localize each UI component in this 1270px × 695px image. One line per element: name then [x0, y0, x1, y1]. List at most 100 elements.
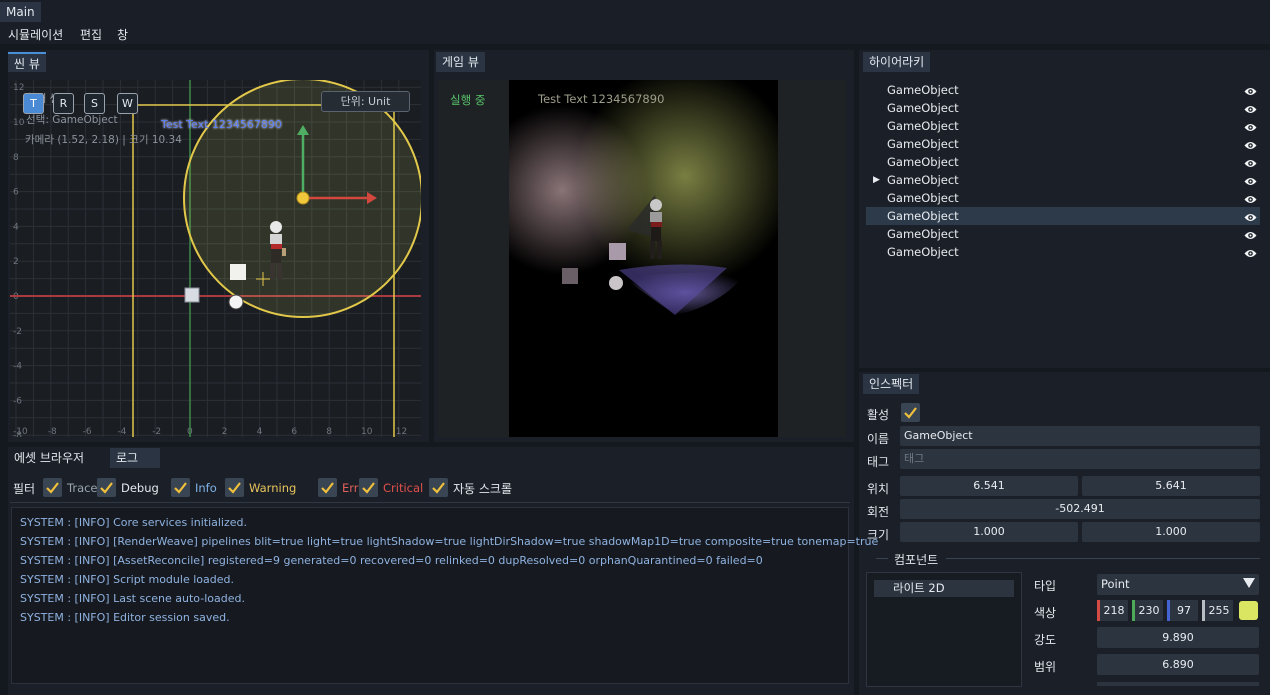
- hierarchy-item[interactable]: GameObject: [866, 189, 1260, 207]
- x-tick-label: 8: [326, 427, 332, 437]
- y-tick-label: -4: [13, 362, 22, 372]
- tab-asset-browser[interactable]: 에셋 브라우저: [8, 448, 90, 468]
- window-tab-main[interactable]: Main: [0, 2, 41, 22]
- log-line: SYSTEM : [INFO] Script module loaded.: [20, 573, 234, 586]
- checkmark-icon: [46, 482, 59, 494]
- x-tick-label: 10: [361, 427, 373, 437]
- x-tick-label: -2: [152, 427, 161, 437]
- position-label: 위치: [867, 482, 890, 496]
- circle-object[interactable]: [228, 294, 244, 310]
- tool-translate-button[interactable]: T: [23, 93, 44, 114]
- log-line: SYSTEM : [INFO] Core services initialize…: [20, 516, 247, 529]
- filter-error-checkbox[interactable]: [318, 478, 337, 497]
- name-field[interactable]: GameObject: [900, 426, 1260, 446]
- intensity-field[interactable]: 9.890: [1097, 627, 1259, 648]
- eye-icon[interactable]: [1244, 246, 1257, 264]
- hierarchy-item-label: GameObject: [887, 155, 959, 169]
- game-test-text: Test Text 1234567890: [538, 92, 665, 106]
- auto-scroll-checkbox[interactable]: [429, 478, 448, 497]
- scene-camera-info: 카메라 (1.52, 2.18) | 크기 10.34: [25, 134, 182, 146]
- unit-button[interactable]: 단위: Unit: [321, 91, 410, 112]
- tab-log[interactable]: 로그: [110, 448, 160, 468]
- menu-simulation[interactable]: 시뮬레이션: [8, 26, 63, 43]
- square-object[interactable]: [230, 264, 246, 280]
- chevron-down-icon[interactable]: [1243, 578, 1255, 588]
- checkmark-icon: [100, 482, 113, 494]
- expand-arrow-icon[interactable]: ▶: [873, 171, 880, 189]
- type-select[interactable]: Point: [1097, 574, 1259, 595]
- game-lights: [509, 80, 778, 315]
- scale-x-field[interactable]: 1.000: [900, 522, 1078, 542]
- texture-object[interactable]: [184, 287, 200, 303]
- x-tick-label: -4: [117, 427, 126, 437]
- range-field[interactable]: 6.890: [1097, 654, 1259, 675]
- y-tick-label: 4: [13, 222, 19, 232]
- tool-world-button[interactable]: W: [117, 93, 138, 114]
- hierarchy-item[interactable]: GameObject: [866, 81, 1260, 99]
- tool-rotate-button[interactable]: R: [53, 93, 74, 114]
- tab-inspector[interactable]: 인스펙터: [863, 374, 920, 394]
- scene-viewport[interactable]: -10-8-6-4-2024681012121086420-2-4-6-8-10: [10, 80, 421, 437]
- log-line: SYSTEM : [INFO] [RenderWeave] pipelines …: [20, 535, 879, 548]
- menu-edit[interactable]: 편집: [80, 26, 102, 43]
- position-y-field[interactable]: 5.641: [1082, 476, 1260, 496]
- log-line: SYSTEM : [INFO] [AssetReconcile] registe…: [20, 554, 763, 567]
- game-viewport: Test Text 1234567890 실행 중: [438, 80, 846, 437]
- x-tick-label: -8: [48, 427, 57, 437]
- filter-debug-checkbox[interactable]: [97, 478, 116, 497]
- hierarchy-item[interactable]: GameObject: [866, 153, 1260, 171]
- hierarchy-item[interactable]: GameObject: [866, 207, 1260, 225]
- scale-y-field[interactable]: 1.000: [1082, 522, 1260, 542]
- hierarchy-item[interactable]: ▶ GameObject: [866, 171, 1260, 189]
- filter-trace-checkbox[interactable]: [43, 478, 62, 497]
- menu-window[interactable]: 창: [117, 26, 128, 43]
- type-label: 타입: [1034, 579, 1057, 593]
- tab-scene-view[interactable]: 씬 뷰: [8, 52, 46, 72]
- hierarchy-item-label: GameObject: [887, 245, 959, 259]
- filter-info-checkbox[interactable]: [171, 478, 190, 497]
- y-tick-label: 8: [13, 153, 19, 163]
- hierarchy-item[interactable]: GameObject: [866, 99, 1260, 117]
- component-item-light2d[interactable]: 라이트 2D: [874, 580, 1014, 597]
- range-label: 범위: [1034, 660, 1057, 674]
- hierarchy-item-label: GameObject: [887, 227, 959, 241]
- y-tick-label: -6: [13, 396, 22, 406]
- color-a-field[interactable]: 255: [1202, 600, 1233, 621]
- hierarchy-item-label: GameObject: [887, 119, 959, 133]
- active-checkbox[interactable]: [901, 403, 920, 422]
- checkmark-icon: [174, 482, 187, 494]
- x-tick-label: 2: [222, 427, 228, 437]
- hierarchy-item[interactable]: GameObject: [866, 117, 1260, 135]
- hierarchy-item-label: GameObject: [887, 209, 959, 223]
- log-divider: [10, 502, 850, 503]
- hierarchy-item-label: GameObject: [887, 137, 959, 151]
- color-b-field[interactable]: 97: [1167, 600, 1198, 621]
- tag-field[interactable]: 태그: [900, 449, 1260, 469]
- hierarchy-item[interactable]: GameObject: [866, 243, 1260, 261]
- tab-hierarchy[interactable]: 하이어라키: [863, 52, 931, 72]
- position-x-field[interactable]: 6.541: [900, 476, 1078, 496]
- components-divider-left: [876, 558, 888, 559]
- filter-warning-checkbox[interactable]: [225, 478, 244, 497]
- y-tick-label: 12: [13, 83, 24, 93]
- color-swatch[interactable]: [1239, 601, 1258, 620]
- tool-scale-button[interactable]: S: [84, 93, 105, 114]
- hierarchy-item[interactable]: GameObject: [866, 225, 1260, 243]
- filter-critical-checkbox[interactable]: [359, 478, 378, 497]
- components-divider-right: [946, 558, 1260, 559]
- checkmark-icon: [321, 482, 334, 494]
- tab-game-view[interactable]: 게임 뷰: [436, 52, 485, 72]
- tag-label: 태그: [867, 455, 890, 469]
- rotation-field[interactable]: -502.491: [900, 499, 1260, 519]
- name-label: 이름: [867, 432, 890, 446]
- scene-selection-label: 선택: GameObject: [26, 114, 118, 126]
- checkmark-icon: [362, 482, 375, 494]
- intensity-label: 강도: [1034, 633, 1057, 647]
- filter-debug-label: Debug: [121, 481, 159, 495]
- color-r-field[interactable]: 218: [1097, 600, 1128, 621]
- gizmo-center[interactable]: [296, 191, 310, 205]
- y-tick-label: -8: [13, 431, 22, 437]
- hierarchy-item-label: GameObject: [887, 173, 959, 187]
- hierarchy-item[interactable]: GameObject: [866, 135, 1260, 153]
- color-g-field[interactable]: 230: [1132, 600, 1163, 621]
